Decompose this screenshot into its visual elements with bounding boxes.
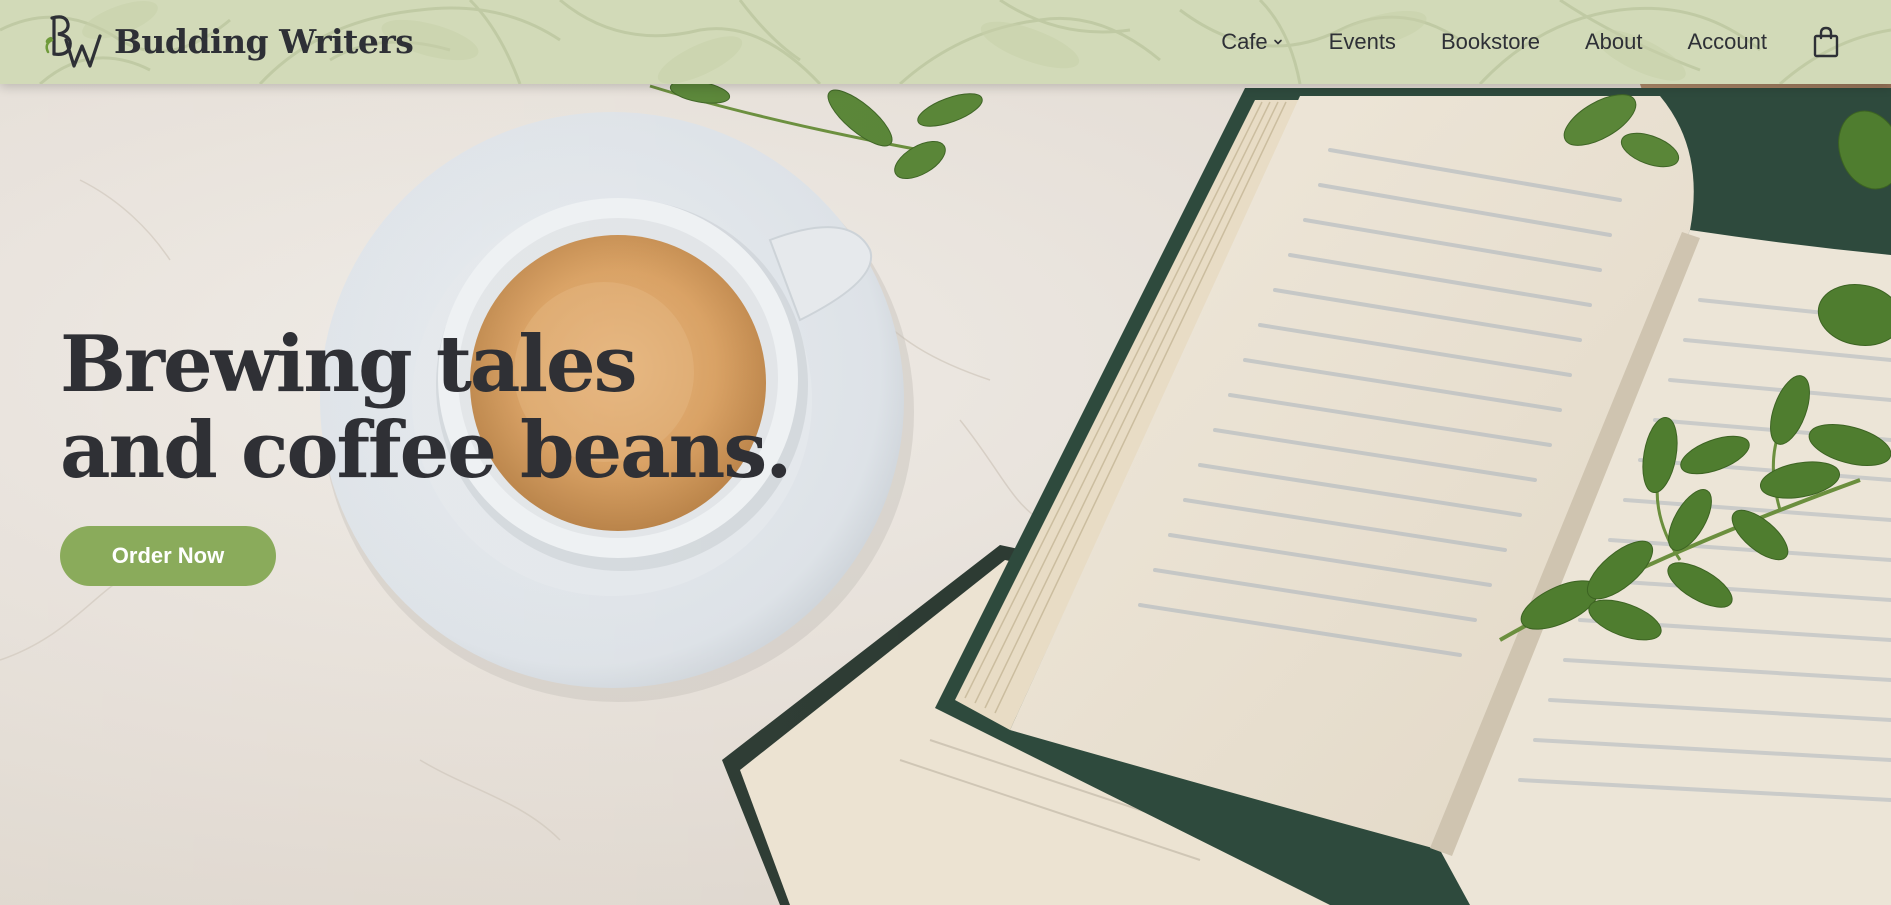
shopping-bag-icon[interactable] <box>1812 26 1840 58</box>
site-header: Budding Writers Cafe Events Bookstore Ab… <box>0 0 1891 84</box>
nav-item-label: Cafe <box>1221 29 1268 54</box>
nav-item-label: Account <box>1687 29 1768 54</box>
main-nav: Cafe Events Bookstore About Account <box>1221 0 1891 84</box>
hero-headline: Brewing tales and coffee beans. <box>60 319 792 496</box>
hero-headline-line-2: and coffee beans. <box>60 405 792 496</box>
nav-item-about[interactable]: About <box>1585 29 1643 55</box>
nav-item-label: Bookstore <box>1440 29 1540 54</box>
bw-monogram-icon <box>45 15 102 68</box>
nav-item-bookstore[interactable]: Bookstore <box>1441 29 1540 55</box>
chevron-down-icon <box>1273 39 1282 45</box>
nav-item-label: Events <box>1328 29 1396 54</box>
nav-item-label: About <box>1585 29 1643 54</box>
order-now-button[interactable]: Order Now <box>60 526 276 586</box>
nav-item-account[interactable]: Account <box>1688 29 1768 55</box>
page: Budding Writers Cafe Events Bookstore Ab… <box>0 0 1891 905</box>
logo[interactable]: Budding Writers <box>42 8 414 74</box>
hero-headline-line-1: Brewing tales <box>60 319 638 410</box>
nav-item-cafe[interactable]: Cafe <box>1221 29 1283 55</box>
brand-name: Budding Writers <box>114 21 414 61</box>
nav-item-events[interactable]: Events <box>1329 29 1396 55</box>
